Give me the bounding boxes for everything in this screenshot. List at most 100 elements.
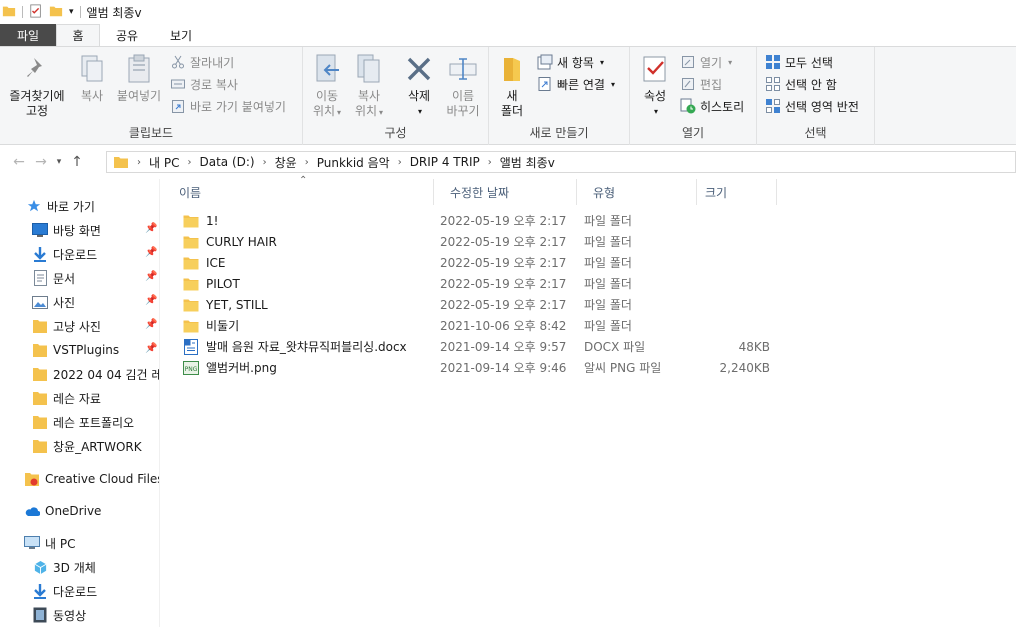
select-none-button[interactable]: 선택 안 함 — [765, 74, 837, 94]
quick-access-item[interactable]: 바로 가기 — [26, 195, 95, 217]
nav-item-onedrive[interactable]: OneDrive — [24, 500, 101, 522]
pin-icon[interactable]: 📌 — [145, 295, 157, 306]
tab-view[interactable]: 보기 — [154, 24, 208, 46]
easy-access-button[interactable]: 빠른 연결 ▾ — [537, 74, 615, 94]
history-button[interactable]: 히스토리 — [680, 96, 744, 116]
rename-button[interactable]: 이름 바꾸기 — [441, 53, 485, 119]
file-row[interactable]: PNG 앨범커버.png 2021-09-14 오후 9:46 알씨 PNG 파일 2,… — [177, 357, 797, 378]
file-row[interactable]: CURLY HAIR 2022-05-19 오후 2:17 파일 폴더 — [177, 231, 797, 252]
new-item-label: 새 항목 — [557, 55, 594, 70]
file-size — [700, 294, 770, 315]
properties-icon[interactable] — [29, 3, 43, 21]
nav-item-desktop[interactable]: 바탕 화면 — [32, 219, 101, 241]
pin-icon[interactable]: 📌 — [145, 271, 157, 282]
copy-to-label-2: 위치 ▾ — [354, 104, 384, 118]
nav-item-pc-downloads[interactable]: 다운로드 — [32, 580, 97, 602]
copy-to-button[interactable]: 복사 위치 ▾ — [349, 53, 389, 120]
breadcrumb-drip-4-trip[interactable]: DRIP 4 TRIP — [404, 155, 486, 169]
nav-item-creative-cloud[interactable]: Creative Cloud Files — [24, 468, 159, 490]
cut-button[interactable]: 잘라내기 — [170, 52, 234, 72]
select-all-icon — [765, 54, 781, 70]
quick-access-toolbar: ▾ — [2, 3, 81, 21]
nav-item-vstplugins[interactable]: VSTPlugins — [32, 339, 119, 361]
new-folder-icon — [497, 53, 527, 85]
column-header-name[interactable]: 이름 — [163, 179, 434, 205]
file-date: 2022-05-19 오후 2:17 — [440, 256, 567, 270]
file-row[interactable]: YET, STILL 2022-05-19 오후 2:17 파일 폴더 — [177, 294, 797, 315]
pin-icon[interactable]: 📌 — [145, 223, 157, 234]
nav-item-videos[interactable]: 동영상 — [32, 604, 86, 626]
column-header-type[interactable]: 유형 — [577, 179, 697, 205]
file-type: 파일 폴더 — [584, 298, 632, 312]
nav-item-this-pc[interactable]: 내 PC — [24, 532, 75, 554]
nav-item-lesson-materials[interactable]: 레슨 자료 — [32, 387, 101, 409]
breadcrumb-changyun[interactable]: 창윤 — [269, 154, 303, 171]
new-group-label: 새로 만들기 — [529, 126, 589, 140]
star-icon — [26, 198, 42, 214]
tab-home[interactable]: 홈 — [56, 24, 100, 46]
file-row[interactable]: 발매 음원 자료_왓챠뮤직퍼블리싱.docx 2021-09-14 오후 9:57… — [177, 336, 797, 357]
chevron-right-icon[interactable]: › — [261, 157, 269, 168]
pin-icon[interactable]: 📌 — [145, 343, 157, 354]
forward-arrow-icon[interactable]: → — [30, 151, 52, 173]
tab-share[interactable]: 공유 — [100, 24, 154, 46]
paste-button[interactable]: 붙여넣기 — [112, 53, 166, 104]
nav-item-downloads[interactable]: 다운로드 — [32, 243, 97, 265]
breadcrumb-this-pc[interactable]: 내 PC — [143, 154, 185, 171]
file-row[interactable]: ICE 2022-05-19 오후 2:17 파일 폴더 — [177, 252, 797, 273]
address-bar[interactable]: › 내 PC › Data (D:) › 창윤 › Punkkid 음악 › D… — [106, 151, 1016, 173]
paste-label: 붙여넣기 — [116, 89, 162, 103]
file-row[interactable]: 비둘기 2021-10-06 오후 8:42 파일 폴더 — [177, 315, 797, 336]
file-name-cell: ICE — [183, 252, 226, 273]
delete-dropdown-icon[interactable]: ▾ — [418, 104, 422, 119]
folder-icon — [32, 438, 48, 454]
chevron-right-icon[interactable]: › — [135, 157, 143, 168]
nav-item-documents[interactable]: 문서 — [32, 267, 75, 289]
edit-button[interactable]: 편집 — [680, 74, 722, 94]
file-name-cell: 발매 음원 자료_왓챠뮤직퍼블리싱.docx — [183, 336, 407, 357]
new-folder-icon[interactable] — [49, 4, 63, 21]
move-to-button[interactable]: 이동 위치 ▾ — [307, 53, 347, 120]
pin-quick-access-button[interactable]: 즐겨찾기에 고정 — [6, 53, 68, 119]
chevron-right-icon[interactable]: › — [303, 157, 311, 168]
invert-selection-button[interactable]: 선택 영역 반전 — [765, 96, 859, 116]
new-folder-button[interactable]: 새 폴더 — [497, 53, 527, 119]
copy-to-label-1: 복사 — [357, 89, 381, 103]
chevron-right-icon[interactable]: › — [486, 157, 494, 168]
file-row[interactable]: 1! 2022-05-19 오후 2:17 파일 폴더 — [177, 210, 797, 231]
nav-item-cat-photos[interactable]: 고냥 사진 — [32, 315, 101, 337]
open-button[interactable]: 열기 ▾ — [680, 52, 732, 72]
up-arrow-icon[interactable]: ↑ — [66, 151, 88, 173]
breadcrumb-punkkid-music[interactable]: Punkkid 음악 — [311, 154, 396, 171]
properties-dropdown-icon[interactable]: ▾ — [654, 104, 658, 119]
file-row[interactable]: PILOT 2022-05-19 오후 2:17 파일 폴더 — [177, 273, 797, 294]
paste-shortcut-button[interactable]: 바로 가기 붙여넣기 — [170, 96, 286, 116]
back-arrow-icon[interactable]: ← — [8, 151, 30, 173]
chevron-right-icon[interactable]: › — [185, 157, 193, 168]
breadcrumb-data-drive[interactable]: Data (D:) — [193, 155, 260, 169]
select-all-button[interactable]: 모두 선택 — [765, 52, 833, 72]
delete-button[interactable]: 삭제 ▾ — [399, 53, 439, 119]
new-item-button[interactable]: 새 항목 ▾ — [537, 52, 604, 72]
copy-path-button[interactable]: 경로 복사 — [170, 74, 238, 94]
chevron-right-icon[interactable]: › — [396, 157, 404, 168]
breadcrumb-album-final[interactable]: 앨범 최종v — [494, 154, 561, 171]
nav-item-3d-objects[interactable]: 3D 개체 — [32, 556, 96, 578]
tab-file[interactable]: 파일 — [0, 24, 56, 46]
pin-icon[interactable]: 📌 — [145, 247, 157, 258]
customize-dropdown-icon[interactable]: ▾ — [69, 7, 74, 17]
pin-icon[interactable]: 📌 — [145, 319, 157, 330]
nav-item-lesson-2022[interactable]: 2022 04 04 김건 레 — [32, 363, 159, 385]
svg-text:PNG: PNG — [185, 366, 198, 373]
nav-item-lesson-portfolio[interactable]: 레슨 포트폴리오 — [32, 411, 134, 433]
file-size — [700, 315, 770, 336]
folder-icon — [183, 234, 199, 250]
file-type: 알씨 PNG 파일 — [584, 361, 662, 375]
column-header-date[interactable]: 수정한 날짜 — [434, 179, 577, 205]
nav-item-pictures[interactable]: 사진 — [32, 291, 75, 313]
column-header-size[interactable]: 크기 — [697, 179, 777, 205]
properties-button[interactable]: 속성 ▾ — [638, 53, 672, 119]
recent-locations-icon[interactable]: ▾ — [52, 151, 66, 173]
copy-button[interactable]: 복사 — [72, 53, 112, 104]
nav-item-artwork[interactable]: 창윤_ARTWORK — [32, 435, 142, 457]
